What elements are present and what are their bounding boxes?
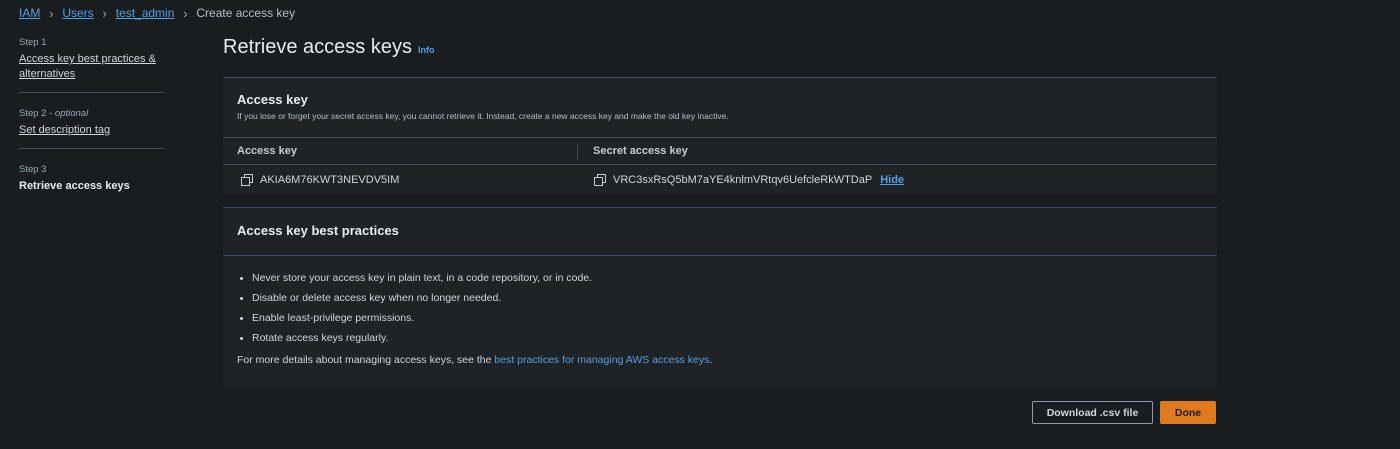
step-2-link[interactable]: Set description tag [19, 123, 164, 138]
breadcrumb-test-admin[interactable]: test_admin [116, 6, 175, 20]
list-item: Disable or delete access key when no lon… [240, 288, 1203, 308]
bullet-icon [240, 276, 243, 280]
list-item: Rotate access keys regularly. [240, 328, 1203, 348]
page-title: Retrieve access keys [223, 36, 412, 58]
access-key-cell: AKIA6M76KWT3NEVDV5IM [223, 174, 577, 186]
bullet-icon [240, 336, 243, 340]
access-key-panel-header: Access key If you lose or forget your se… [223, 78, 1217, 138]
step-1-link[interactable]: Access key best practices & alternatives [19, 52, 164, 82]
breadcrumb-current: Create access key [196, 6, 296, 20]
more-details-text: For more details about managing access k… [237, 354, 713, 366]
access-key-value: AKIA6M76KWT3NEVDV5IM [260, 173, 400, 186]
best-practices-title: Access key best practices [237, 223, 399, 238]
breadcrumb-users[interactable]: Users [62, 6, 93, 20]
download-csv-button[interactable]: Download .csv file [1032, 401, 1153, 424]
bullet-icon [240, 296, 243, 300]
access-key-description: If you lose or forget your secret access… [237, 111, 729, 121]
best-practices-panel: Access key best practices Never store yo… [223, 207, 1217, 387]
chevron-right-icon: › [102, 5, 107, 21]
step-label: Step 1 [19, 37, 47, 48]
column-secret-access-key: Secret access key [577, 143, 1217, 159]
access-key-panel: Access key If you lose or forget your se… [223, 77, 1217, 194]
page-header: Retrieve access keys Info [223, 36, 434, 59]
step-3-current: Retrieve access keys [19, 180, 130, 192]
done-button[interactable]: Done [1160, 401, 1216, 424]
keys-table-header: Access key Secret access key [223, 138, 1217, 165]
chevron-right-icon: › [49, 5, 54, 21]
hide-secret-link[interactable]: Hide [880, 174, 904, 186]
step-label: Step 3 [19, 164, 47, 175]
info-link[interactable]: Info [418, 45, 435, 55]
list-item: Enable least-privilege permissions. [240, 308, 1203, 328]
copy-icon[interactable] [241, 174, 253, 186]
step-label: Step 2 - optional [19, 108, 89, 119]
copy-icon[interactable] [594, 174, 606, 186]
secret-key-cell: VRC3sxRsQ5bM7aYE4knlmVRtqv6UefcleRkWTDaP… [577, 174, 1217, 186]
secret-key-value: VRC3sxRsQ5bM7aYE4knlmVRtqv6UefcleRkWTDaP [613, 173, 873, 186]
access-key-title: Access key [237, 92, 308, 107]
bullet-icon [240, 316, 243, 320]
table-row: AKIA6M76KWT3NEVDV5IM VRC3sxRsQ5bM7aYE4kn… [223, 165, 1217, 194]
breadcrumb: IAM › Users › test_admin › Create access… [19, 5, 296, 21]
best-practices-body: Never store your access key in plain tex… [223, 256, 1217, 378]
column-access-key: Access key [237, 145, 297, 157]
wizard-steps-nav: Step 1 Access key best practices & alter… [19, 37, 164, 219]
breadcrumb-iam[interactable]: IAM [19, 6, 40, 20]
best-practices-list: Never store your access key in plain tex… [240, 268, 1203, 348]
list-item: Never store your access key in plain tex… [240, 268, 1203, 288]
best-practices-header: Access key best practices [223, 208, 1217, 256]
chevron-right-icon: › [183, 5, 188, 21]
step-1: Step 1 Access key best practices & alter… [19, 37, 164, 93]
best-practices-link[interactable]: best practices for managing AWS access k… [494, 354, 709, 366]
step-2: Step 2 - optional Set description tag [19, 108, 164, 149]
step-3: Step 3 Retrieve access keys [19, 164, 164, 204]
